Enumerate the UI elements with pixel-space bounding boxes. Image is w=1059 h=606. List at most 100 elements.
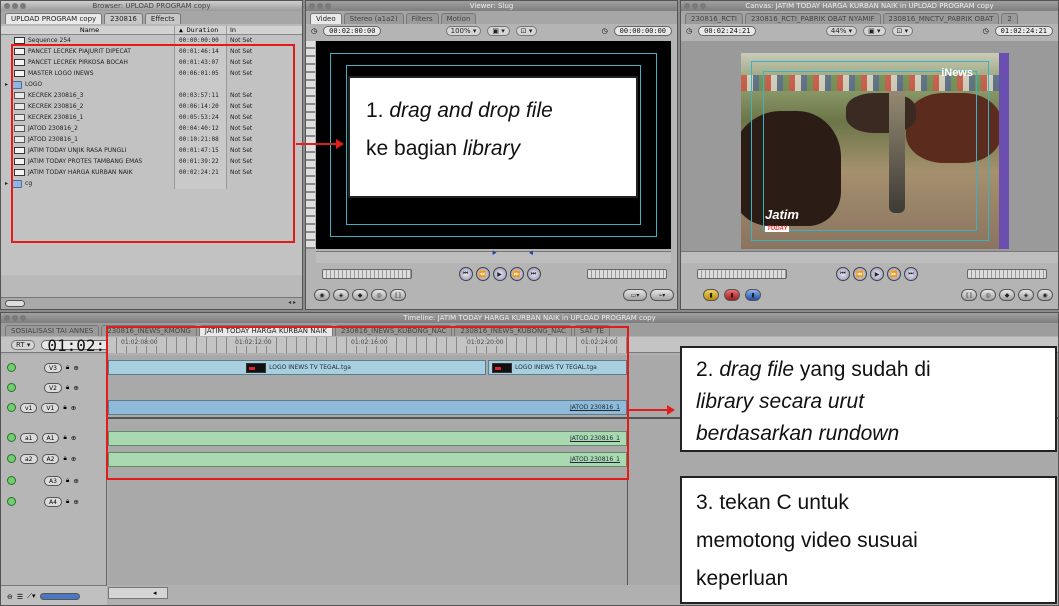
canvas-jog[interactable]	[967, 269, 1047, 279]
track-dest-v3[interactable]: V3	[44, 362, 62, 373]
tab-230816[interactable]: 230816	[104, 13, 143, 24]
lock-icon[interactable]: 🔒︎	[66, 476, 69, 485]
canvas-play-button[interactable]: ▶	[870, 267, 884, 281]
disclosure-triangle-icon[interactable]: ▸	[5, 178, 8, 189]
canvas-add-keyframe-button[interactable]: ◆	[999, 289, 1015, 301]
out-marker[interactable]: ⯇	[528, 249, 534, 259]
lock-icon[interactable]: 🔒︎	[66, 363, 69, 372]
track-layout-popup[interactable]: ⟋▾	[27, 592, 35, 601]
tab-effects[interactable]: Effects	[144, 13, 181, 24]
tab-filters[interactable]: Filters	[405, 13, 439, 24]
canvas-current-timecode[interactable]: 01:02:24:21	[994, 26, 1053, 36]
lock-icon[interactable]: 🔒︎	[63, 403, 66, 412]
canvas-tab-4[interactable]: 2	[1001, 13, 1018, 24]
canvas-overlay-popup[interactable]: ⊡ ▾	[891, 26, 914, 36]
auto-select-icon[interactable]: ⊕	[73, 498, 78, 506]
auto-select-icon[interactable]: ⊕	[71, 455, 76, 463]
recent-clips-button[interactable]: ▭▾	[623, 289, 647, 301]
lock-icon[interactable]: 🔒︎	[63, 454, 66, 463]
viewer-current-timecode[interactable]: 00:00:00:00	[613, 26, 673, 36]
viewer-jog[interactable]	[587, 269, 667, 279]
viewer-zoom-popup[interactable]: 100% ▾	[445, 26, 482, 36]
mark-clip-button[interactable]: ◈	[333, 289, 349, 301]
track-src-a2[interactable]: a2	[20, 453, 38, 464]
canvas-match-frame-button[interactable]: ◉	[1037, 289, 1053, 301]
canvas-add-marker-button[interactable]: ◎	[980, 289, 996, 301]
canvas-tab-3[interactable]: 230816_MNCTV_PABRIK OBAT	[882, 13, 1000, 24]
auto-select-icon[interactable]: ⊕	[73, 364, 78, 372]
lock-icon[interactable]: 🔒︎	[63, 433, 66, 442]
lock-icon[interactable]: 🔒︎	[66, 497, 69, 506]
column-in[interactable]: In	[226, 26, 261, 34]
canvas-tab-1[interactable]: 230816_RCTI	[685, 13, 743, 24]
match-frame-button[interactable]: ◉	[314, 289, 330, 301]
track-audible-toggle[interactable]	[7, 454, 16, 463]
track-dest-a4[interactable]: A4	[44, 496, 62, 507]
auto-select-icon[interactable]: ⊕	[73, 384, 78, 392]
play-in-out-button[interactable]: ⏪	[475, 267, 490, 281]
canvas-view-popup[interactable]: ▣ ▾	[863, 26, 886, 36]
viewer-timeline-strip[interactable]: ⯈ ⯇	[316, 249, 671, 263]
track-dest-v2[interactable]: V2	[44, 382, 62, 393]
track-src-a1[interactable]: a1	[20, 432, 38, 443]
track-dest-a2[interactable]: A2	[41, 453, 60, 464]
track-audible-toggle[interactable]	[7, 433, 16, 442]
canvas-next-edit-button[interactable]: ⏭	[904, 267, 918, 281]
canvas-shuttle[interactable]	[697, 269, 787, 279]
zoom-slider[interactable]	[39, 593, 80, 600]
replace-edit-button[interactable]: ▮	[745, 289, 761, 301]
add-marker-button[interactable]: ◎	[371, 289, 387, 301]
track-height-toggle[interactable]: ☰	[17, 593, 23, 601]
timeline-scrollbar[interactable]: ◂	[108, 587, 168, 599]
canvas-timeline-strip[interactable]	[681, 251, 1058, 263]
auto-select-icon[interactable]: ⊕	[73, 477, 78, 485]
viewer-duration-timecode[interactable]: 00:02:00:00	[323, 26, 382, 36]
viewer-overlay-popup[interactable]: ⊡ ▾	[515, 26, 538, 36]
canvas-duration-timecode[interactable]: 00:02:24:21	[698, 26, 757, 36]
canvas-tab-2[interactable]: 230816_RCTI_PABRIK OBAT NYAMIF	[744, 13, 881, 24]
insert-edit-button[interactable]: ▮	[703, 289, 719, 301]
viewer-view-popup[interactable]: ▣ ▾	[487, 26, 510, 36]
tab-stereo[interactable]: Stereo (a1a2)	[343, 13, 404, 24]
track-audible-toggle[interactable]	[7, 476, 16, 485]
track-visibility-toggle[interactable]	[7, 363, 16, 372]
tab-video[interactable]: Video	[310, 13, 342, 24]
browser-scroll-arrows[interactable]: ◂ ▸	[288, 299, 296, 306]
rt-popup[interactable]: RT ▾	[11, 339, 36, 350]
track-visibility-toggle[interactable]	[7, 383, 16, 392]
track-dest-a3[interactable]: A3	[44, 475, 62, 486]
viewer-shuttle[interactable]	[322, 269, 412, 279]
prev-edit-button[interactable]: ⏮	[458, 267, 473, 281]
canvas-video-frame[interactable]: iNews Jatim TODAY	[741, 53, 999, 249]
canvas-zoom-popup[interactable]: 44% ▾	[825, 26, 858, 36]
play-button[interactable]: ▶	[492, 267, 507, 281]
track-audible-toggle[interactable]	[7, 497, 16, 506]
browser-scroll-knob[interactable]	[5, 300, 25, 307]
disclosure-triangle-icon[interactable]: ▸	[5, 79, 8, 90]
track-src-v1[interactable]: v1	[20, 402, 38, 413]
add-keyframe-button[interactable]: ◆	[352, 289, 368, 301]
overwrite-edit-button[interactable]: ▮	[724, 289, 740, 301]
tab-motion[interactable]: Motion	[440, 13, 477, 24]
auto-select-icon[interactable]: ⊕	[71, 404, 76, 412]
generators-button[interactable]: ⌁▾	[650, 289, 674, 301]
clip-overlay-toggle[interactable]: ⊖	[7, 593, 13, 601]
canvas-play-in-out-button[interactable]: ⏪	[853, 267, 867, 281]
canvas-mark-in-out-button[interactable]: ⟦⟧	[961, 289, 977, 301]
auto-select-icon[interactable]: ⊕	[71, 434, 76, 442]
canvas-play-around-button[interactable]: ⏩	[887, 267, 901, 281]
tab-upload-program[interactable]: UPLOAD PROGRAM copy	[5, 13, 103, 24]
lock-icon[interactable]: 🔒︎	[66, 383, 69, 392]
track-visibility-toggle[interactable]	[7, 403, 16, 412]
column-name[interactable]: Name	[1, 26, 174, 34]
in-marker[interactable]: ⯈	[491, 249, 497, 259]
timeline-tab-1[interactable]: SOSIALISASI TAI ANNES	[5, 325, 100, 336]
track-dest-a1[interactable]: A1	[41, 432, 60, 443]
track-dest-v1[interactable]: V1	[41, 402, 60, 413]
column-duration[interactable]: ▲ Duration	[174, 26, 226, 34]
canvas-mark-clip-button[interactable]: ◈	[1018, 289, 1034, 301]
canvas-prev-edit-button[interactable]: ⏮	[836, 267, 850, 281]
mark-in-out-button[interactable]: ⟦⟧	[390, 289, 406, 301]
next-edit-button[interactable]: ⏭	[526, 267, 541, 281]
play-around-button[interactable]: ⏩	[509, 267, 524, 281]
